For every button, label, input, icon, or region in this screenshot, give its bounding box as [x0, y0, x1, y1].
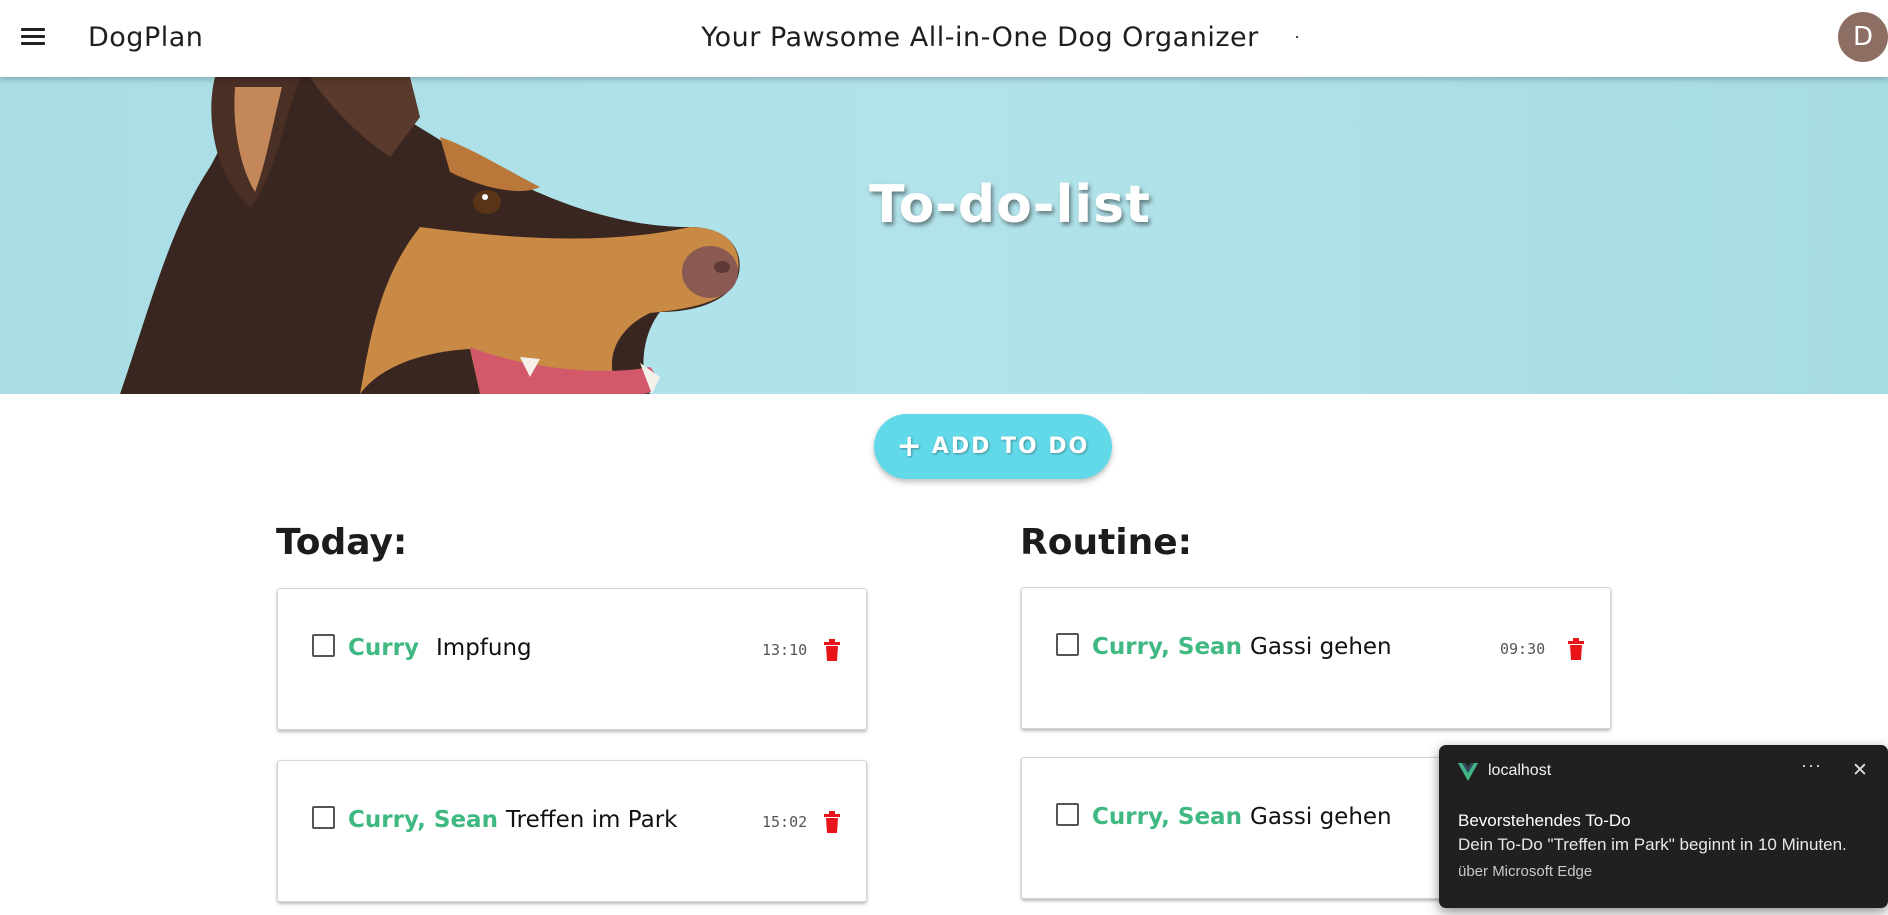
notification-source: localhost: [1488, 762, 1552, 779]
app-tagline: Your Pawsome All-in-One Dog Organizer: [701, 22, 1259, 53]
hero-banner: To-do-list: [0, 77, 1888, 394]
todo-task: Impfung: [436, 635, 532, 661]
routine-time: 09:30: [1500, 640, 1546, 658]
todo-time: 15:02: [762, 813, 808, 831]
todo-time: 13:10: [762, 641, 808, 659]
page-title: To-do-list: [869, 175, 1151, 235]
notification-body: Dein To-Do "Treffen im Park" beginnt in …: [1458, 835, 1847, 854]
today-heading: Today:: [276, 522, 408, 563]
vue-logo-icon: [1458, 763, 1478, 781]
routine-task: Gassi gehen: [1250, 804, 1392, 830]
todo-card: Curry Impfung 13:10: [277, 588, 867, 730]
dog-photo: [120, 77, 740, 394]
routine-card: Curry, Sean Gassi gehen 09:30: [1021, 587, 1611, 729]
user-avatar[interactable]: D: [1838, 12, 1888, 62]
routine-dogs: Curry, Sean: [1092, 634, 1242, 660]
todo-checkbox[interactable]: [312, 634, 335, 657]
routine-task: Gassi gehen: [1250, 634, 1392, 660]
add-todo-button[interactable]: + ADD TO DO: [874, 414, 1112, 479]
notification-toast[interactable]: localhost ··· ✕ Bevorstehendes To-Do Dei…: [1439, 745, 1888, 908]
app-bar: DogPlan Your Pawsome All-in-One Dog Orga…: [0, 0, 1888, 77]
todo-task: Treffen im Park: [506, 807, 678, 833]
tagline-dot: [1296, 36, 1298, 38]
more-options-icon[interactable]: ···: [1801, 755, 1822, 776]
todo-checkbox[interactable]: [312, 806, 335, 829]
close-icon[interactable]: ✕: [1852, 759, 1868, 782]
routine-checkbox[interactable]: [1056, 633, 1079, 656]
todo-card: Curry, Sean Treffen im Park 15:02: [277, 760, 867, 902]
notification-via: über Microsoft Edge: [1458, 863, 1593, 880]
routine-checkbox[interactable]: [1056, 803, 1079, 826]
delete-icon[interactable]: [824, 639, 840, 661]
routine-heading: Routine:: [1020, 522, 1193, 563]
delete-icon[interactable]: [1568, 638, 1584, 660]
plus-icon: +: [896, 428, 924, 464]
add-todo-label: ADD TO DO: [931, 434, 1090, 459]
todo-dogs: Curry, Sean: [348, 807, 498, 833]
routine-dogs: Curry, Sean: [1092, 804, 1242, 830]
todo-dogs: Curry: [348, 635, 419, 661]
delete-icon[interactable]: [824, 811, 840, 833]
notification-title: Bevorstehendes To-Do: [1458, 811, 1631, 830]
